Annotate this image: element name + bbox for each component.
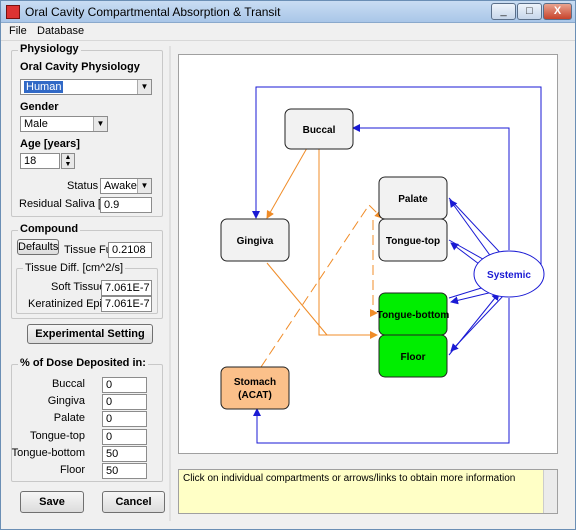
- dose-input-buccal[interactable]: 0: [102, 377, 147, 393]
- main-window: Oral Cavity Compartmental Absorption & T…: [0, 0, 576, 530]
- age-input[interactable]: 18: [20, 153, 60, 169]
- node-tongue-top[interactable]: Tongue-top: [378, 218, 448, 262]
- chevron-down-icon[interactable]: ▼: [93, 117, 107, 131]
- menu-database[interactable]: Database: [37, 25, 84, 37]
- gender-select[interactable]: Male ▼: [20, 116, 108, 132]
- dose-input-gingiva[interactable]: 0: [102, 394, 147, 410]
- node-systemic[interactable]: Systemic: [473, 250, 545, 298]
- node-floor-label: Floor: [401, 352, 426, 363]
- dose-input-floor[interactable]: 50: [102, 463, 147, 479]
- compartment-diagram[interactable]: Buccal Gingiva Palate Tongue-top Tongue-…: [179, 55, 557, 453]
- node-systemic-label: Systemic: [487, 270, 531, 281]
- status-value: Awake: [104, 180, 137, 192]
- tissue-fut-input[interactable]: 0.2108: [108, 242, 152, 258]
- keratinized-epithel-input[interactable]: 7.061E-7: [101, 296, 152, 312]
- dose-group-title: % of Dose Deposited in:: [18, 357, 148, 369]
- node-stomach[interactable]: Stomach (ACAT): [220, 366, 290, 410]
- node-stomach-label-1: Stomach: [234, 377, 276, 388]
- dose-label-tongue-bottom: Tongue-bottom: [11, 447, 85, 459]
- residual-saliva-input[interactable]: 0.9: [100, 197, 152, 213]
- dose-label-tongue-top: Tongue-top: [29, 430, 85, 442]
- link-systemic-to-floor[interactable]: [450, 294, 505, 352]
- close-button[interactable]: X: [543, 3, 572, 20]
- compound-group-title: Compound: [18, 223, 81, 235]
- minimize-button[interactable]: _: [491, 3, 516, 20]
- dose-label-palate: Palate: [53, 412, 85, 424]
- dose-label-gingiva: Gingiva: [47, 395, 85, 407]
- physiology-group-title: Physiology: [18, 43, 81, 55]
- save-button[interactable]: Save: [20, 491, 84, 513]
- node-palate[interactable]: Palate: [378, 176, 448, 220]
- link-buccal-to-tonguebottom[interactable]: [318, 148, 378, 339]
- info-scrollbar[interactable]: [543, 470, 557, 513]
- dose-label-floor: Floor: [59, 464, 85, 476]
- maximize-button[interactable]: □: [517, 3, 542, 20]
- status-label: Status: [67, 180, 99, 192]
- node-palate-label: Palate: [398, 194, 428, 205]
- gender-label: Gender: [20, 101, 59, 113]
- oral-cavity-physiology-select[interactable]: Human ▼: [20, 79, 152, 95]
- oral-cavity-physiology-value: Human: [24, 81, 64, 93]
- menu-bar: File Database: [1, 23, 575, 41]
- node-gingiva-label: Gingiva: [237, 236, 274, 247]
- chevron-down-icon[interactable]: ▼: [137, 80, 151, 94]
- spin-up-icon[interactable]: ▲: [62, 154, 74, 161]
- node-floor[interactable]: Floor: [378, 334, 448, 378]
- link-stomach-to-tonguebottom[interactable]: [370, 220, 378, 317]
- gender-value: Male: [24, 118, 48, 130]
- diagram-canvas[interactable]: Buccal Gingiva Palate Tongue-top Tongue-…: [178, 54, 558, 454]
- chevron-down-icon[interactable]: ▼: [137, 179, 151, 193]
- age-label: Age [years]: [20, 138, 80, 150]
- experimental-setting-button[interactable]: Experimental Setting: [27, 324, 153, 344]
- node-tongue-bottom-label: Tongue-bottom: [377, 310, 450, 321]
- dose-label-buccal: Buccal: [51, 378, 85, 390]
- status-select[interactable]: Awake ▼: [100, 178, 152, 194]
- node-tongue-bottom[interactable]: Tongue-bottom: [377, 292, 450, 336]
- dose-input-tongue-bottom[interactable]: 50: [102, 446, 147, 462]
- node-buccal[interactable]: Buccal: [284, 108, 354, 150]
- node-gingiva[interactable]: Gingiva: [220, 218, 290, 262]
- link-gingiva-to-tonguebottom[interactable]: [266, 262, 328, 336]
- link-buccal-to-gingiva[interactable]: [266, 147, 308, 219]
- dose-input-tongue-top[interactable]: 0: [102, 429, 147, 445]
- node-stomach-label-2: (ACAT): [238, 390, 272, 401]
- spin-down-icon[interactable]: ▼: [62, 161, 74, 168]
- window-title: Oral Cavity Compartmental Absorption & T…: [25, 5, 281, 19]
- app-icon: [6, 5, 20, 19]
- age-spinner[interactable]: ▲ ▼: [61, 153, 75, 169]
- menu-file[interactable]: File: [9, 25, 27, 37]
- defaults-button[interactable]: Defaults: [17, 239, 59, 255]
- info-text: Click on individual compartments or arro…: [183, 473, 516, 484]
- link-palate-to-systemic[interactable]: [448, 197, 508, 261]
- node-tongue-top-label: Tongue-top: [386, 236, 440, 247]
- oral-cavity-physiology-label: Oral Cavity Physiology: [20, 61, 140, 73]
- title-bar[interactable]: Oral Cavity Compartmental Absorption & T…: [1, 1, 575, 23]
- tissue-diff-title: Tissue Diff. [cm^2/s]: [23, 262, 126, 274]
- dose-input-palate[interactable]: 0: [102, 411, 147, 427]
- soft-tissues-input[interactable]: 7.061E-7: [101, 280, 152, 296]
- info-panel: Click on individual compartments or arro…: [178, 469, 558, 514]
- panel-divider: [169, 46, 171, 521]
- node-buccal-label: Buccal: [303, 125, 336, 136]
- cancel-button[interactable]: Cancel: [102, 491, 165, 513]
